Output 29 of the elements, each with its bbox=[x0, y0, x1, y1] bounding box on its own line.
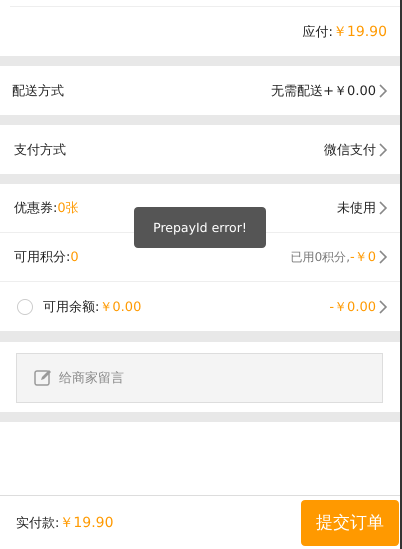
delivery-label: 配送方式 bbox=[12, 82, 64, 100]
payment-row[interactable]: 支付方式 微信支付 bbox=[0, 125, 400, 174]
edit-icon bbox=[34, 369, 52, 387]
total-label: 实付款: bbox=[16, 514, 60, 532]
total-amount: ￥19.90 bbox=[59, 514, 114, 532]
balance-label: 可用余额: bbox=[43, 298, 100, 316]
payment-label: 支付方式 bbox=[14, 142, 66, 158]
balance-deduct: -￥0.00 bbox=[329, 298, 376, 316]
chevron-right-icon bbox=[379, 201, 387, 215]
points-deduct: -￥0 bbox=[350, 249, 376, 266]
points-used: 已用0积分, bbox=[290, 248, 350, 266]
chevron-right-icon bbox=[379, 250, 387, 264]
payable-label: 应付: bbox=[302, 24, 333, 40]
payable-amount: ￥19.90 bbox=[332, 22, 387, 40]
points-count: 0 bbox=[70, 250, 79, 264]
chevron-right-icon bbox=[379, 142, 387, 156]
points-label: 可用积分: bbox=[14, 249, 70, 266]
balance-radio[interactable] bbox=[17, 298, 33, 314]
payment-value: 微信支付 bbox=[324, 142, 376, 158]
chevron-right-icon bbox=[379, 84, 387, 98]
delivery-value: 无需配送+￥0.00 bbox=[271, 82, 376, 100]
delivery-row[interactable]: 配送方式 无需配送+￥0.00 bbox=[0, 66, 400, 115]
coupon-count: 0张 bbox=[57, 200, 79, 217]
toast-message: PrepayId error! bbox=[134, 207, 266, 248]
chevron-right-icon bbox=[379, 300, 387, 314]
message-field[interactable]: 给商家留言 bbox=[16, 353, 383, 403]
coupon-value: 未使用 bbox=[337, 200, 376, 217]
balance-amount: ￥0.00 bbox=[99, 298, 142, 316]
coupon-label: 优惠券: bbox=[14, 200, 58, 217]
